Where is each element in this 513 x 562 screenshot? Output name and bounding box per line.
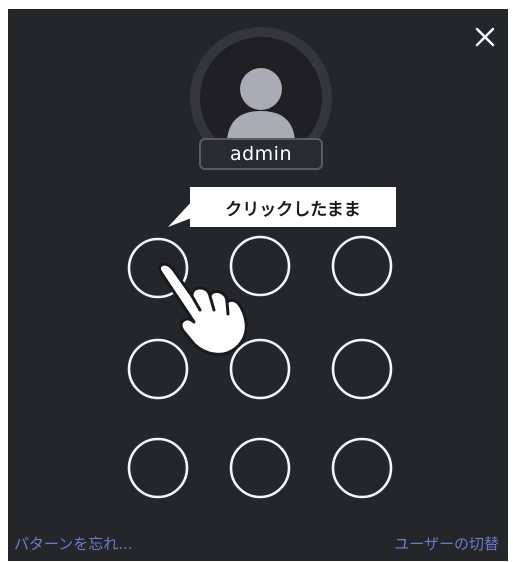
pattern-dot-7[interactable]: [127, 437, 189, 499]
pointing-hand-icon: [157, 262, 248, 356]
pattern-dot-6[interactable]: [331, 338, 393, 400]
forgot-pattern-link[interactable]: パターンを忘れ...: [14, 533, 133, 556]
pattern-dot-8[interactable]: [229, 437, 291, 499]
pattern-dot-3[interactable]: [331, 235, 393, 297]
pattern-dot-9[interactable]: [331, 437, 393, 499]
switch-user-link[interactable]: ユーザーの切替: [394, 533, 499, 556]
